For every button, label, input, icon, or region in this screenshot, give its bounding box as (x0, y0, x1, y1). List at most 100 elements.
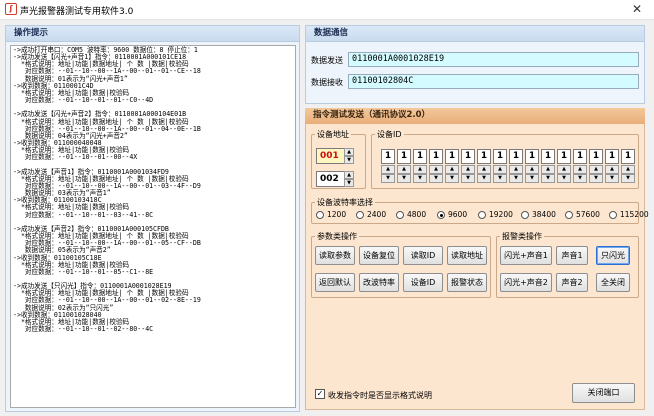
address-2-up-icon[interactable]: ▲ (344, 171, 354, 179)
bit-up-icon[interactable]: ▲ (621, 165, 635, 174)
bit-down-icon[interactable]: ▼ (493, 174, 507, 183)
device-id-bit-value[interactable]: 1 (621, 149, 635, 164)
device-id-bit-value[interactable]: 1 (525, 149, 539, 164)
alarm-button[interactable]: 声音2 (556, 273, 588, 292)
baud-option-19200[interactable]: 19200 (478, 210, 513, 220)
bit-down-icon[interactable]: ▼ (541, 174, 555, 183)
baud-option-label: 19200 (489, 210, 513, 219)
param-button[interactable]: 报警状态 (447, 273, 487, 292)
device-id-label: 设备ID (375, 130, 404, 139)
bit-down-icon[interactable]: ▼ (429, 174, 443, 183)
bit-down-icon[interactable]: ▼ (621, 174, 635, 183)
device-id-bit-value[interactable]: 1 (557, 149, 571, 164)
bit-down-icon[interactable]: ▼ (381, 174, 395, 183)
baud-option-57600[interactable]: 57600 (565, 210, 600, 220)
device-id-bit-value[interactable]: 1 (589, 149, 603, 164)
alarm-button[interactable]: 闪光+声音1 (500, 246, 552, 265)
bit-up-icon[interactable]: ▲ (445, 165, 459, 174)
close-port-button[interactable]: 关闭端口 (572, 383, 635, 403)
address-1-up-icon[interactable]: ▲ (344, 148, 354, 156)
comm-panel-title: 数据通信 (306, 26, 644, 42)
bit-up-icon[interactable]: ▲ (589, 165, 603, 174)
alarm-button[interactable]: 闪光+声音2 (500, 273, 552, 292)
log-panel-title: 操作提示 (6, 26, 299, 42)
bit-down-icon[interactable]: ▼ (557, 174, 571, 183)
bit-down-icon[interactable]: ▼ (397, 174, 411, 183)
param-button[interactable]: 设备复位 (359, 246, 399, 265)
device-id-bit-value[interactable]: 1 (573, 149, 587, 164)
bit-down-icon[interactable]: ▼ (413, 174, 427, 183)
device-address-label: 设备地址 (315, 130, 351, 139)
device-id-bit-value[interactable]: 1 (493, 149, 507, 164)
bit-up-icon[interactable]: ▲ (525, 165, 539, 174)
device-id-bit-value[interactable]: 1 (477, 149, 491, 164)
device-id-bit-value[interactable]: 1 (461, 149, 475, 164)
bit-down-icon[interactable]: ▼ (605, 174, 619, 183)
recv-field[interactable]: 01100102804C (348, 74, 639, 89)
bit-down-icon[interactable]: ▼ (477, 174, 491, 183)
bit-up-icon[interactable]: ▲ (493, 165, 507, 174)
recv-label: 数据接收 (311, 78, 343, 87)
baud-option-label: 2400 (367, 210, 387, 219)
baud-option-4800[interactable]: 4800 (396, 210, 426, 220)
bit-up-icon[interactable]: ▲ (573, 165, 587, 174)
radio-dot-icon[interactable] (316, 211, 324, 219)
bit-down-icon[interactable]: ▼ (589, 174, 603, 183)
device-id-bit-value[interactable]: 1 (429, 149, 443, 164)
bit-up-icon[interactable]: ▲ (541, 165, 555, 174)
radio-dot-icon[interactable] (437, 211, 445, 219)
baud-option-label: 9600 (448, 210, 468, 219)
baud-option-2400[interactable]: 2400 (356, 210, 386, 220)
bit-up-icon[interactable]: ▲ (557, 165, 571, 174)
bit-up-icon[interactable]: ▲ (605, 165, 619, 174)
address-2-down-icon[interactable]: ▼ (344, 179, 354, 187)
param-button[interactable]: 读取ID (403, 246, 443, 265)
radio-dot-icon[interactable] (396, 211, 404, 219)
bit-up-icon[interactable]: ▲ (429, 165, 443, 174)
baud-label: 设备波特率选择 (315, 198, 375, 207)
baud-option-9600[interactable]: 9600 (437, 210, 467, 220)
device-id-bit-value[interactable]: 1 (381, 149, 395, 164)
send-field[interactable]: 0110001A0001028E19 (348, 52, 639, 67)
device-id-bit-value[interactable]: 1 (541, 149, 555, 164)
bit-up-icon[interactable]: ▲ (477, 165, 491, 174)
bit-up-icon[interactable]: ▲ (397, 165, 411, 174)
format-checkbox[interactable]: ✓ (315, 389, 325, 399)
device-id-bit-value[interactable]: 1 (605, 149, 619, 164)
address-1-down-icon[interactable]: ▼ (344, 156, 354, 164)
bit-up-icon[interactable]: ▲ (381, 165, 395, 174)
baud-option-38400[interactable]: 38400 (521, 210, 556, 220)
radio-dot-icon[interactable] (565, 211, 573, 219)
radio-dot-icon[interactable] (609, 211, 617, 219)
param-button[interactable]: 读取参数 (315, 246, 355, 265)
baud-option-1200[interactable]: 1200 (316, 210, 346, 220)
radio-dot-icon[interactable] (356, 211, 364, 219)
bit-up-icon[interactable]: ▲ (509, 165, 523, 174)
bit-down-icon[interactable]: ▼ (525, 174, 539, 183)
bit-down-icon[interactable]: ▼ (461, 174, 475, 183)
device-id-bit-value[interactable]: 1 (413, 149, 427, 164)
radio-dot-icon[interactable] (521, 211, 529, 219)
param-button[interactable]: 改波特率 (359, 273, 399, 292)
alarm-button[interactable]: 全关闭 (596, 273, 630, 292)
device-id-bit-value[interactable]: 1 (445, 149, 459, 164)
baud-option-115200[interactable]: 115200 (609, 210, 649, 220)
device-id-bit-value[interactable]: 1 (397, 149, 411, 164)
device-id-bit-value[interactable]: 1 (509, 149, 523, 164)
bit-up-icon[interactable]: ▲ (461, 165, 475, 174)
param-button[interactable]: 返回默认 (315, 273, 355, 292)
command-panel-title: 指令测试发送（通讯协议2.0） (305, 108, 645, 124)
alarm-button[interactable]: 只闪光 (596, 246, 630, 265)
log-textarea[interactable]: ->成功打开串口：COM5 波特率：9600 数据位：8 停止位：1 ->成功发… (10, 45, 296, 408)
radio-dot-icon[interactable] (478, 211, 486, 219)
param-button[interactable]: 设备ID (403, 273, 443, 292)
bit-down-icon[interactable]: ▼ (573, 174, 587, 183)
bit-down-icon[interactable]: ▼ (509, 174, 523, 183)
alarm-label: 报警类操作 (500, 232, 544, 241)
bit-down-icon[interactable]: ▼ (445, 174, 459, 183)
close-icon[interactable]: ✕ (626, 2, 648, 18)
format-checkbox-label: 收发指令时是否显示格式说明 (328, 391, 432, 400)
bit-up-icon[interactable]: ▲ (413, 165, 427, 174)
param-button[interactable]: 读取地址 (447, 246, 487, 265)
alarm-button[interactable]: 声音1 (556, 246, 588, 265)
